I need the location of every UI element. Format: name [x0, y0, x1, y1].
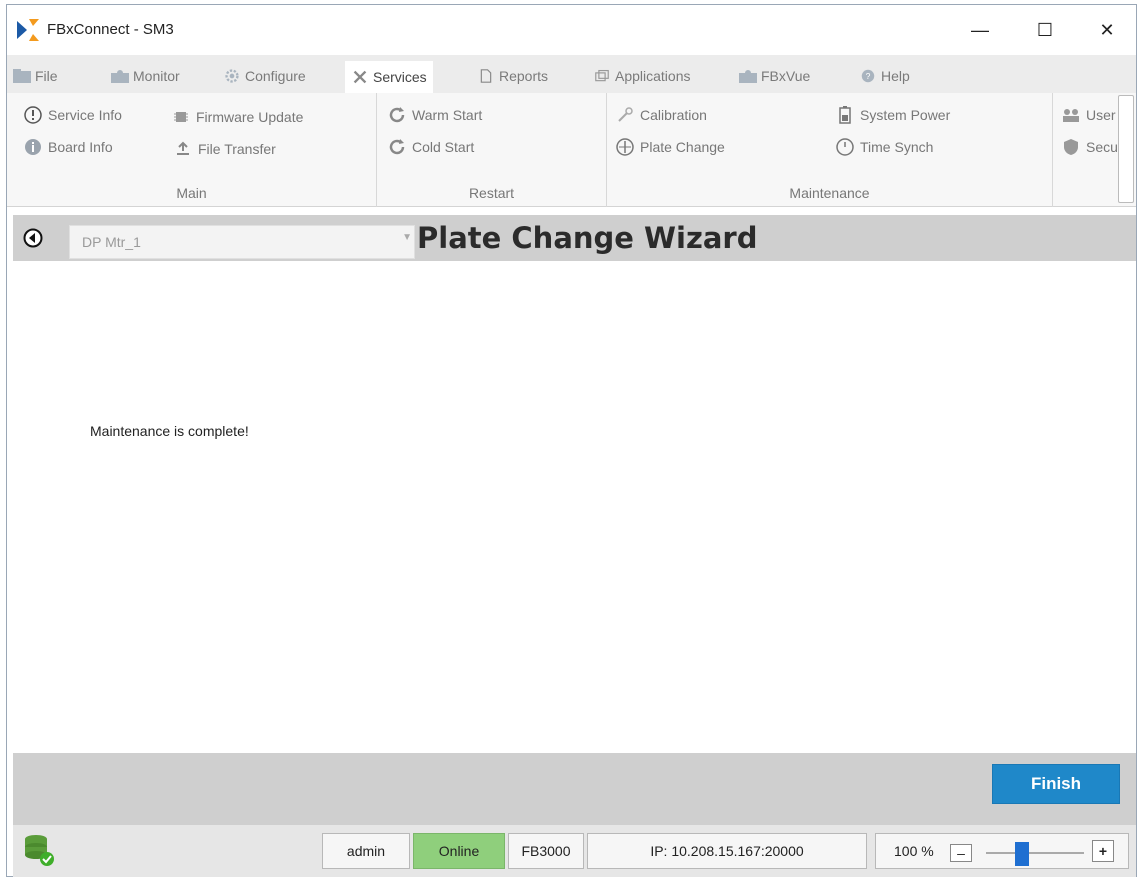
- menu-reports[interactable]: Reports: [477, 63, 548, 89]
- ribbon-group-maintenance: Calibration System Power Plate Change Ti…: [607, 93, 1053, 207]
- file-transfer-label: File Transfer: [198, 141, 276, 157]
- restart-icon: [387, 137, 407, 157]
- file-transfer-button[interactable]: File Transfer: [173, 139, 276, 159]
- clock-icon: [835, 137, 855, 157]
- system-power-button[interactable]: System Power: [835, 105, 950, 125]
- security-button[interactable]: Secu: [1061, 137, 1118, 157]
- ribbon-group-main: Service Info Firmware Update Board Info …: [7, 93, 377, 207]
- firmware-update-button[interactable]: Firmware Update: [171, 107, 303, 127]
- chip-icon: [171, 107, 191, 127]
- firmware-update-label: Firmware Update: [196, 109, 304, 125]
- menu-file-label: File: [35, 68, 58, 84]
- menu-help[interactable]: ? Help: [859, 63, 910, 89]
- app-logo-icon: [17, 19, 39, 41]
- menu-services-label: Services: [373, 69, 427, 85]
- warm-start-button[interactable]: Warm Start: [387, 105, 482, 125]
- menu-configure[interactable]: Configure: [223, 63, 306, 89]
- upload-icon: [173, 139, 193, 159]
- folder-icon: [13, 69, 31, 83]
- minimize-button[interactable]: —: [957, 13, 1003, 47]
- warm-start-label: Warm Start: [412, 107, 483, 123]
- status-model: FB3000: [508, 833, 584, 869]
- user-button[interactable]: User: [1061, 105, 1116, 125]
- tools-icon: [353, 70, 367, 84]
- windows-icon: [595, 69, 609, 82]
- time-synch-button[interactable]: Time Synch: [835, 137, 933, 157]
- ribbon-scrollbar[interactable]: [1118, 95, 1134, 203]
- status-ip: IP: 10.208.15.167:20000: [587, 833, 867, 869]
- menu-applications[interactable]: Applications: [593, 63, 691, 89]
- menu-applications-label: Applications: [615, 68, 691, 84]
- wizard-button-bar: Finish: [13, 753, 1136, 825]
- menu-reports-label: Reports: [499, 68, 549, 84]
- shield-icon: [1061, 137, 1081, 157]
- monitor-icon: [739, 70, 757, 83]
- calibration-label: Calibration: [640, 107, 707, 123]
- maximize-button[interactable]: ☐: [1022, 13, 1068, 47]
- plate-change-button[interactable]: Plate Change: [615, 137, 725, 157]
- zoom-in-button[interactable]: +: [1092, 840, 1114, 862]
- status-connection: Online: [413, 833, 505, 869]
- restart-icon: [387, 105, 407, 125]
- plate-change-label: Plate Change: [640, 139, 725, 155]
- info-icon: [23, 137, 43, 157]
- service-info-button[interactable]: Service Info: [23, 105, 122, 125]
- status-user: admin: [322, 833, 410, 869]
- zoom-out-button[interactable]: –: [950, 844, 972, 862]
- menu-configure-label: Configure: [245, 68, 306, 84]
- menu-monitor-label: Monitor: [133, 68, 180, 84]
- title-bar: FBxConnect - SM3 — ☐ ✕: [7, 5, 1136, 51]
- board-info-label: Board Info: [48, 139, 113, 155]
- device-dropdown-value: DP Mtr_1: [82, 234, 141, 250]
- user-label: User: [1086, 107, 1116, 123]
- monitor-icon: [111, 70, 129, 83]
- ribbon-group-restart: Warm Start Cold Start Restart: [377, 93, 607, 207]
- document-icon: [480, 69, 492, 83]
- security-label: Secu: [1086, 139, 1118, 155]
- device-dropdown[interactable]: DP Mtr_1 ▼: [69, 225, 415, 259]
- cold-start-label: Cold Start: [412, 139, 475, 155]
- page-title: Plate Change Wizard: [417, 221, 758, 255]
- menu-help-label: Help: [881, 68, 910, 84]
- app-window: FBxConnect - SM3 — ☐ ✕ File Monitor Conf…: [6, 4, 1137, 877]
- wrench-icon: [615, 105, 635, 125]
- board-info-button[interactable]: Board Info: [23, 137, 113, 157]
- help-icon: ?: [861, 69, 875, 83]
- finish-button[interactable]: Finish: [992, 764, 1120, 804]
- menu-bar: File Monitor Configure Services Reports …: [7, 55, 1136, 93]
- menu-fbxvue[interactable]: FBxVue: [739, 63, 810, 89]
- zoom-value: 100 %: [894, 843, 934, 859]
- close-button[interactable]: ✕: [1084, 13, 1130, 47]
- window-title: FBxConnect - SM3: [47, 21, 174, 38]
- cold-start-button[interactable]: Cold Start: [387, 137, 474, 157]
- battery-icon: [835, 105, 855, 125]
- time-synch-label: Time Synch: [860, 139, 934, 155]
- completion-message: Maintenance is complete!: [90, 423, 249, 439]
- zoom-control: 100 % – +: [875, 833, 1129, 869]
- ribbon-group-main-label: Main: [176, 185, 207, 201]
- back-arrow-icon[interactable]: [23, 228, 43, 248]
- users-icon: [1061, 105, 1081, 125]
- info-circle-icon: [23, 105, 43, 125]
- menu-fbxvue-label: FBxVue: [761, 68, 811, 84]
- chevron-down-icon: ▼: [402, 232, 412, 243]
- wizard-header: DP Mtr_1 ▼ Plate Change Wizard: [13, 215, 1136, 261]
- svg-text:?: ?: [866, 71, 871, 81]
- ribbon-group-maintenance-label: Maintenance: [789, 185, 870, 201]
- calibration-button[interactable]: Calibration: [615, 105, 707, 125]
- zoom-slider-thumb[interactable]: [1015, 842, 1030, 866]
- system-power-label: System Power: [860, 107, 951, 123]
- gear-icon: [225, 69, 239, 83]
- menu-monitor[interactable]: Monitor: [111, 63, 180, 89]
- zoom-slider-track[interactable]: [986, 852, 1084, 854]
- ribbon-group-restart-label: Restart: [468, 185, 515, 201]
- menu-services[interactable]: Services: [345, 61, 433, 93]
- plate-icon: [615, 137, 635, 157]
- status-bar: admin Online FB3000 IP: 10.208.15.167:20…: [13, 825, 1136, 877]
- service-info-label: Service Info: [48, 107, 122, 123]
- database-check-icon: [25, 835, 54, 866]
- ribbon: Service Info Firmware Update Board Info …: [7, 93, 1136, 207]
- wizard-content: Maintenance is complete!: [13, 261, 1136, 753]
- menu-file[interactable]: File: [13, 63, 58, 89]
